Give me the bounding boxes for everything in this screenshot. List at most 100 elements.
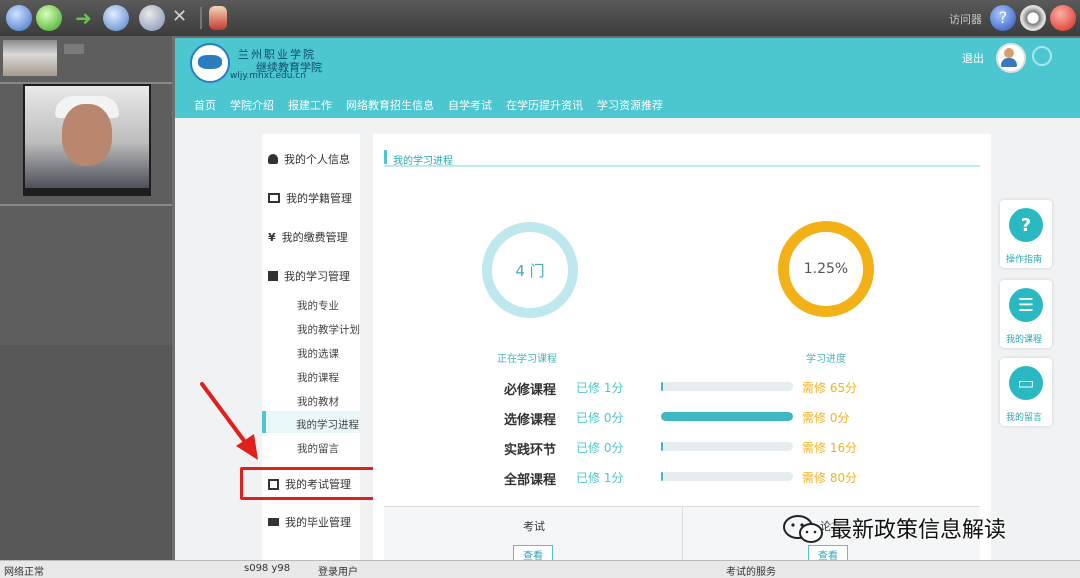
title-underline (384, 165, 980, 167)
logout-link[interactable]: 退出 (962, 50, 984, 66)
sidebar-item-status[interactable]: 我的学籍管理 (268, 190, 352, 206)
progress-fill (661, 412, 793, 421)
status-bar: 网络正常 s098 y98 登录用户 考试的服务 (0, 560, 1080, 578)
sidebar-item-label: 我的个人信息 (284, 153, 350, 166)
sidebar-subitem-major[interactable]: 我的专业 (297, 298, 339, 313)
sidebar-item-label: 我的学籍管理 (286, 192, 352, 205)
float-messages[interactable]: ▭ 我的留言 (1000, 358, 1052, 426)
highlight-box (240, 467, 380, 500)
accessibility-icon[interactable] (139, 5, 165, 31)
progress-track (661, 442, 793, 451)
float-courses[interactable]: ☰ 我的课程 (1000, 280, 1052, 348)
course-count-label: 正在学习课程 (497, 354, 557, 365)
toolbar-status-text: 访问器 (949, 13, 982, 26)
float-guide-label: 操作指南 (1006, 255, 1043, 265)
cap-icon (268, 518, 279, 526)
progress-value: 1.25% (803, 261, 849, 277)
logout-icon[interactable] (1032, 46, 1052, 66)
question-icon: ? (1009, 208, 1043, 242)
sidebar-subitem-course-select[interactable]: 我的选课 (297, 346, 339, 361)
toolbar-divider (200, 7, 202, 29)
power-icon[interactable] (1050, 5, 1076, 31)
sidebar-item-payment[interactable]: ¥ 我的缴费管理 (268, 229, 348, 245)
table-header-exam: 考试 (523, 520, 545, 533)
course-need: 需修 16分 (802, 441, 858, 455)
sidebar-subitem-textbooks[interactable]: 我的教材 (297, 394, 339, 409)
refresh-icon[interactable] (103, 5, 129, 31)
wechat-icon (783, 515, 823, 543)
sidebar-subitem-courses[interactable]: 我的课程 (297, 370, 339, 385)
course-count-ring: 4 门 (482, 222, 578, 318)
status-id: s098 y98 (244, 563, 291, 574)
logo-url: wljy.mhxt.edu.cn (230, 71, 306, 81)
sidebar-item-graduation[interactable]: 我的毕业管理 (268, 514, 351, 530)
nav-item-degree[interactable]: 在学历提升资讯 (506, 97, 583, 113)
watermark-text: 最新政策信息解读 (830, 518, 1007, 543)
progress-track (661, 382, 793, 391)
camera-thumbnail[interactable] (3, 40, 57, 76)
course-type-all: 全部课程 (504, 473, 557, 488)
help-icon[interactable]: ? (990, 5, 1016, 31)
message-icon: ▭ (1009, 366, 1043, 400)
tools-icon[interactable]: ✕ (172, 6, 187, 27)
course-earned: 已修 1分 (576, 381, 624, 395)
book-icon (268, 271, 278, 281)
progress-fill (661, 382, 663, 391)
course-type-practice: 实践环节 (504, 443, 557, 458)
avatar-body (1001, 58, 1017, 67)
sidebar-subitem-messages[interactable]: 我的留言 (297, 441, 339, 456)
sidebar-subitem-plan[interactable]: 我的教学计划 (297, 322, 360, 337)
avatar-head (1004, 48, 1014, 58)
user-icon[interactable] (209, 6, 227, 30)
title-marker (384, 150, 387, 164)
settings-icon[interactable] (1020, 5, 1046, 31)
table-divider (682, 506, 683, 560)
camera-person-face (62, 104, 112, 166)
empty-video-slot (0, 345, 172, 560)
nav-item-resources[interactable]: 学习资源推荐 (597, 97, 663, 113)
status-user: 登录用户 (318, 567, 358, 578)
sidebar-item-label: 我的学习管理 (284, 270, 350, 283)
nav-item-self-study[interactable]: 自学考试 (448, 97, 492, 113)
pane-divider (0, 204, 172, 206)
camera-thumbnail-label (64, 44, 84, 54)
sidebar-subitem-progress[interactable]: 我的学习进程 (296, 417, 359, 432)
nav-item-work[interactable]: 报建工作 (288, 97, 332, 113)
yen-icon: ¥ (268, 230, 276, 244)
logo-emblem (198, 55, 222, 69)
status-left: 网络正常 (4, 567, 44, 578)
float-guide[interactable]: ? 操作指南 (1000, 200, 1052, 268)
list-icon: ☰ (1009, 288, 1043, 322)
home-icon[interactable] (6, 5, 32, 31)
nav-item-intro[interactable]: 学院介绍 (230, 97, 274, 113)
sidebar-item-label: 我的缴费管理 (281, 231, 348, 244)
progress-fill (661, 472, 663, 481)
progress-label: 学习进度 (806, 354, 846, 365)
progress-fill (661, 442, 663, 451)
forward-icon[interactable]: ➜ (75, 6, 95, 30)
progress-track (661, 472, 793, 481)
red-arrow-icon (200, 382, 258, 460)
sidebar-item-study[interactable]: 我的学习管理 (268, 268, 350, 284)
main-nav: 首页 学院介绍 报建工作 网络教育招生信息 自学考试 在学历提升资讯 学习资源推… (194, 97, 663, 113)
nav-item-admission[interactable]: 网络教育招生信息 (346, 97, 434, 113)
main-panel (373, 134, 991, 560)
course-earned: 已修 0分 (576, 441, 624, 455)
back-icon[interactable] (36, 5, 62, 31)
float-courses-label: 我的课程 (1006, 335, 1043, 345)
exchange-icon (268, 193, 280, 203)
sidebar-item-label: 我的毕业管理 (285, 516, 351, 529)
course-count-value: 4 门 (515, 261, 545, 280)
course-need: 需修 0分 (802, 411, 850, 425)
course-need: 需修 65分 (802, 381, 858, 395)
course-type-required: 必修课程 (504, 383, 557, 398)
person-icon (268, 154, 278, 164)
nav-item-home[interactable]: 首页 (194, 97, 216, 113)
sidebar-item-profile[interactable]: 我的个人信息 (268, 151, 350, 167)
course-earned: 已修 1分 (576, 471, 624, 485)
progress-ring: 1.25% (778, 221, 874, 317)
course-type-elective: 选修课程 (504, 413, 557, 428)
course-earned: 已修 0分 (576, 411, 624, 425)
float-messages-label: 我的留言 (1006, 413, 1043, 423)
status-service: 考试的服务 (726, 567, 776, 578)
